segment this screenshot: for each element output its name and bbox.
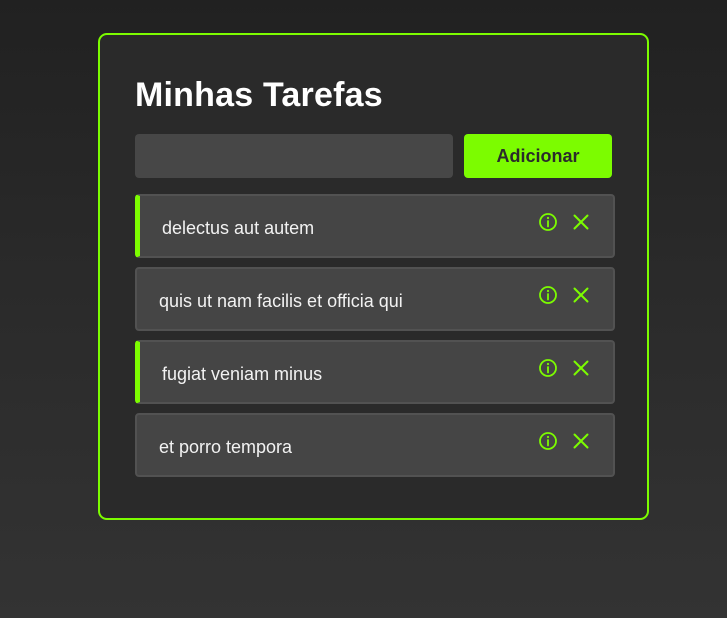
task-actions bbox=[538, 285, 591, 305]
task-item[interactable]: quis ut nam facilis et officia qui bbox=[135, 267, 615, 331]
task-actions bbox=[538, 431, 591, 451]
close-icon[interactable] bbox=[571, 285, 591, 305]
task-text: quis ut nam facilis et officia qui bbox=[159, 291, 403, 311]
add-task-button[interactable]: Adicionar bbox=[464, 134, 612, 178]
task-text: fugiat veniam minus bbox=[162, 364, 323, 384]
task-text: et porro tempora bbox=[159, 437, 293, 457]
info-icon[interactable] bbox=[538, 285, 558, 305]
info-icon[interactable] bbox=[538, 212, 558, 232]
task-actions bbox=[538, 358, 591, 378]
info-icon[interactable] bbox=[538, 431, 558, 451]
info-icon[interactable] bbox=[538, 358, 558, 378]
task-item[interactable]: et porro tempora bbox=[135, 413, 615, 477]
task-text: delectus aut autem bbox=[162, 218, 315, 238]
page-title: Minhas Tarefas bbox=[135, 76, 383, 114]
task-input[interactable] bbox=[135, 134, 453, 178]
task-card: Minhas Tarefas Adicionar delectus aut au… bbox=[98, 33, 649, 520]
task-item[interactable]: delectus aut autem bbox=[135, 194, 615, 258]
task-list: delectus aut autem quis ut nam facilis e… bbox=[135, 194, 615, 477]
task-item[interactable]: fugiat veniam minus bbox=[135, 340, 615, 404]
add-task-form: Adicionar bbox=[135, 134, 612, 178]
task-actions bbox=[538, 212, 591, 232]
close-icon[interactable] bbox=[571, 212, 591, 232]
close-icon[interactable] bbox=[571, 358, 591, 378]
close-icon[interactable] bbox=[571, 431, 591, 451]
